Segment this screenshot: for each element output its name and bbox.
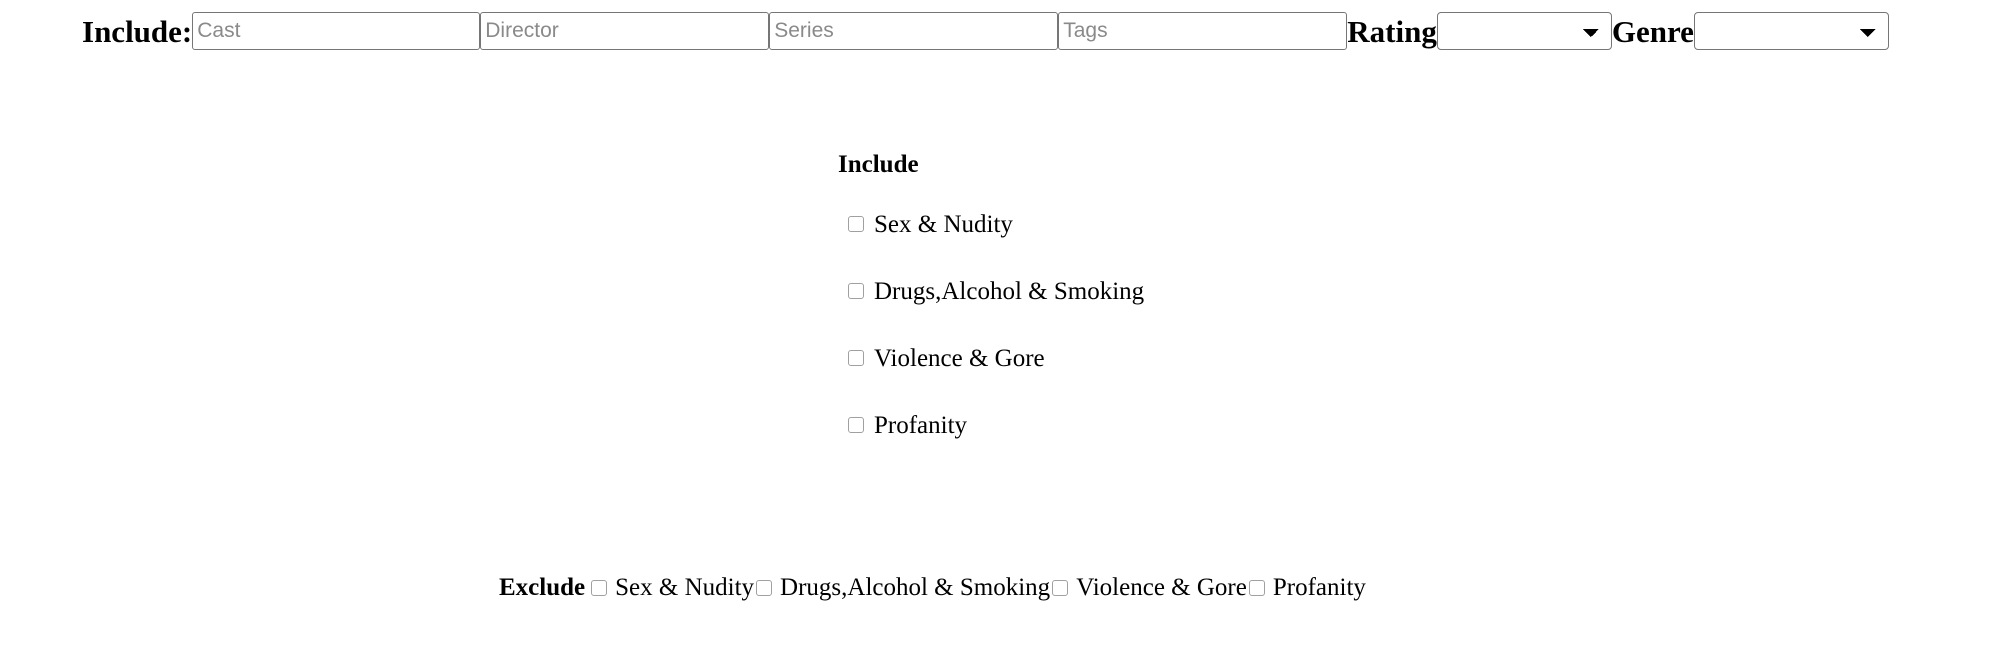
include-item-profanity[interactable]: Profanity xyxy=(838,411,1144,439)
include-label-profanity: Profanity xyxy=(874,411,968,439)
include-group-heading: Include xyxy=(838,151,919,178)
exclude-checkbox-profanity[interactable] xyxy=(1248,579,1265,596)
genre-label: Genre xyxy=(1611,13,1694,49)
exclude-item-sex-nudity[interactable]: Sex & Nudity xyxy=(589,575,754,600)
include-content-group: Include Sex & Nudity Drugs,Alcohol & Smo… xyxy=(838,150,1145,439)
include-fields-label: Include: xyxy=(82,13,193,49)
tags-input[interactable] xyxy=(1058,12,1348,50)
filter-bar: Include: Rating Genre xyxy=(0,0,2005,62)
include-checkbox-drugs-alcohol-smoking[interactable] xyxy=(848,283,864,299)
exclude-item-profanity[interactable]: Profanity xyxy=(1247,575,1366,600)
include-checkbox-sex-nudity[interactable] xyxy=(848,216,864,232)
exclude-label-sex-nudity: Sex & Nudity xyxy=(615,574,755,601)
series-input[interactable] xyxy=(769,12,1059,50)
exclude-item-drugs-alcohol-smoking[interactable]: Drugs,Alcohol & Smoking xyxy=(754,575,1050,600)
exclude-checkbox-drugs-alcohol-smoking[interactable] xyxy=(756,579,773,596)
rating-label: Rating xyxy=(1347,13,1437,49)
genre-select[interactable] xyxy=(1693,12,1889,50)
exclude-label-violence-gore: Violence & Gore xyxy=(1076,574,1247,601)
include-item-drugs-alcohol-smoking[interactable]: Drugs,Alcohol & Smoking xyxy=(838,277,1145,305)
include-item-violence-gore[interactable]: Violence & Gore xyxy=(838,344,1144,372)
exclude-item-violence-gore[interactable]: Violence & Gore xyxy=(1050,575,1247,600)
exclude-checkbox-sex-nudity[interactable] xyxy=(591,579,608,596)
exclude-content-group: Exclude Sex & Nudity Drugs,Alcohol & Smo… xyxy=(499,575,1366,600)
cast-input[interactable] xyxy=(192,12,481,50)
exclude-label-profanity: Profanity xyxy=(1272,574,1366,601)
director-input[interactable] xyxy=(480,12,770,50)
exclude-group-heading: Exclude xyxy=(499,574,586,601)
exclude-label-drugs-alcohol-smoking: Drugs,Alcohol & Smoking xyxy=(780,574,1051,601)
include-label-drugs-alcohol-smoking: Drugs,Alcohol & Smoking xyxy=(874,277,1145,305)
include-checkbox-profanity[interactable] xyxy=(848,417,864,433)
include-label-violence-gore: Violence & Gore xyxy=(874,344,1045,372)
include-item-sex-nudity[interactable]: Sex & Nudity xyxy=(838,210,1144,238)
include-label-sex-nudity: Sex & Nudity xyxy=(874,210,1013,238)
rating-select[interactable] xyxy=(1436,12,1612,50)
include-checkbox-violence-gore[interactable] xyxy=(848,350,864,366)
exclude-checkbox-violence-gore[interactable] xyxy=(1052,579,1069,596)
